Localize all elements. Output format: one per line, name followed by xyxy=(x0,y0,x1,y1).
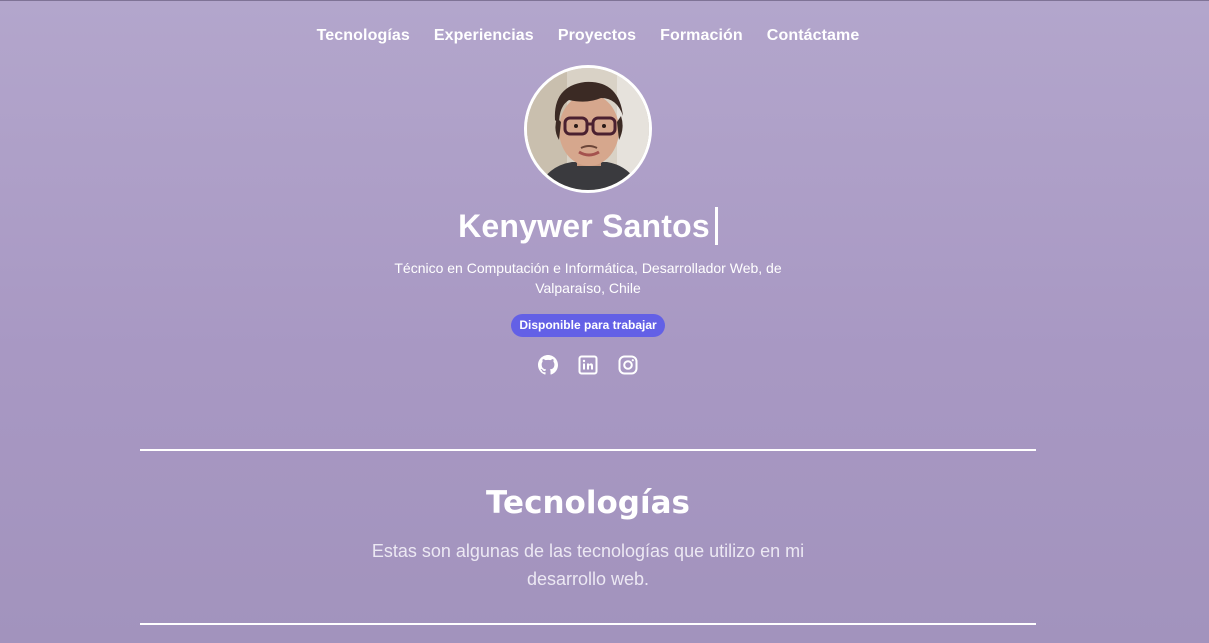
availability-badge-wrap: Disponible para trabajar xyxy=(0,314,1176,337)
nav-link-contactame[interactable]: Contáctame xyxy=(767,27,860,45)
technologies-description: Estas son algunas de las tecnologías que… xyxy=(371,541,805,589)
nav-link-proyectos[interactable]: Proyectos xyxy=(558,27,636,45)
social-links xyxy=(0,355,1176,375)
profile-name: Kenywer Santos xyxy=(458,207,710,244)
github-icon[interactable] xyxy=(538,355,558,375)
profile-subtitle: Técnico en Computación e Informática, De… xyxy=(394,260,782,296)
nav-link-formacion[interactable]: Formación xyxy=(660,27,743,45)
linkedin-icon[interactable] xyxy=(578,355,598,375)
main-nav: Tecnologías Experiencias Proyectos Forma… xyxy=(0,27,1176,45)
availability-badge: Disponible para trabajar xyxy=(511,314,665,337)
profile-name-row: Kenywer Santos xyxy=(0,207,1176,245)
technologies-title: Tecnologías xyxy=(486,485,690,521)
section-divider-top xyxy=(140,449,1036,451)
typing-cursor xyxy=(714,207,718,245)
instagram-icon[interactable] xyxy=(618,355,638,375)
avatar xyxy=(524,65,652,193)
nav-link-experiencias[interactable]: Experiencias xyxy=(434,27,534,45)
nav-link-tecnologias[interactable]: Tecnologías xyxy=(317,27,410,45)
section-divider-bottom xyxy=(140,623,1036,625)
